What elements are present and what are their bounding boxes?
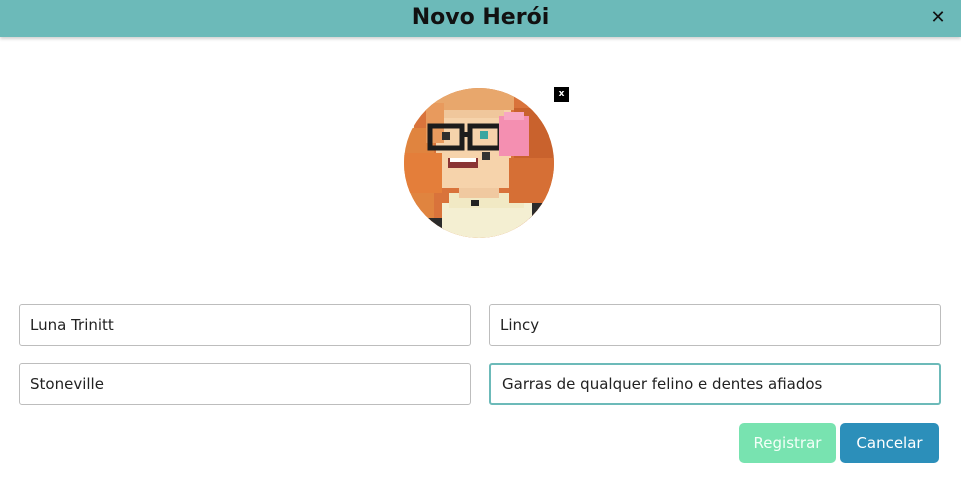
close-icon[interactable]: ✕: [927, 7, 949, 29]
hero-power-input[interactable]: [489, 363, 941, 405]
hero-name-input[interactable]: [19, 304, 471, 346]
hero-nickname-input[interactable]: [489, 304, 941, 346]
dialog-header: Novo Herói ✕: [0, 0, 961, 37]
pixel-art-avatar-icon: [404, 88, 554, 238]
hero-city-input[interactable]: [19, 363, 471, 405]
cancel-button[interactable]: Cancelar: [840, 423, 939, 463]
hero-avatar[interactable]: [404, 88, 554, 238]
avatar-remove-icon[interactable]: x: [554, 87, 569, 102]
new-hero-dialog: Novo Herói ✕ x Luna Trinitt Lincy Stonev…: [0, 0, 961, 483]
register-button[interactable]: Registrar: [739, 423, 836, 463]
dialog-title: Novo Herói: [411, 5, 550, 30]
